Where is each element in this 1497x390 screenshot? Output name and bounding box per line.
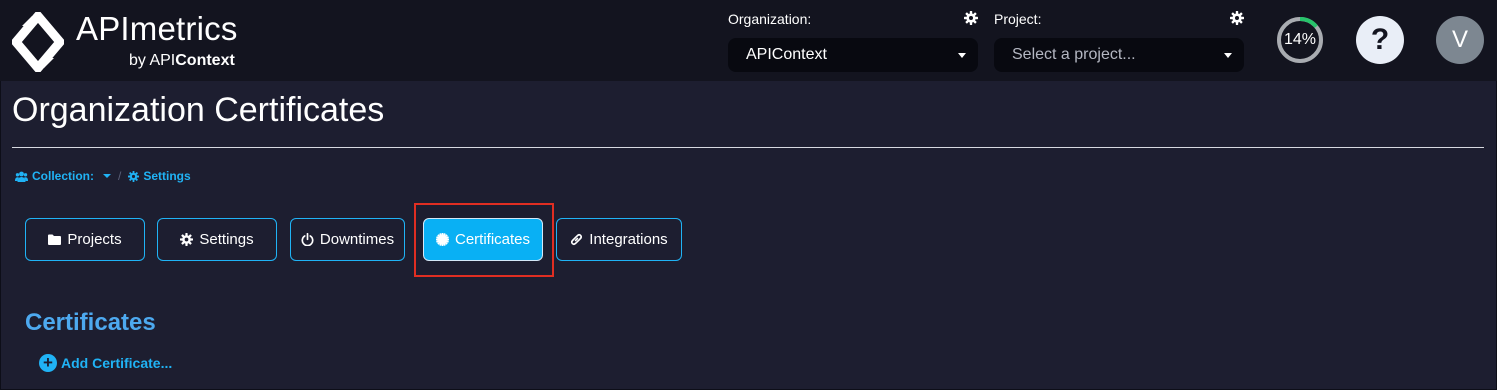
- usage-progress-ring[interactable]: 14%: [1276, 16, 1324, 64]
- help-button[interactable]: ?: [1356, 16, 1404, 64]
- breadcrumb: Collection: / Settings: [15, 169, 191, 183]
- gear-icon: [128, 170, 140, 182]
- project-select-placeholder: Select a project...: [1012, 46, 1136, 63]
- selection-highlight: [414, 203, 554, 277]
- tab-settings-label: Settings: [199, 231, 254, 248]
- add-certificate-link[interactable]: + Add Certificate...: [39, 354, 172, 372]
- top-bar: APImetrics by APIContext Organization: A…: [0, 0, 1497, 81]
- tab-integrations-label: Integrations: [589, 231, 668, 248]
- project-select[interactable]: Select a project...: [994, 38, 1244, 72]
- brand-name: APImetrics: [76, 10, 238, 47]
- tab-downtimes-label: Downtimes: [319, 231, 395, 248]
- brand: APImetrics by APIContext: [76, 10, 238, 69]
- power-icon: [301, 233, 314, 246]
- breadcrumb-settings[interactable]: Settings: [128, 169, 191, 183]
- chevron-down-icon: [958, 53, 966, 58]
- brand-byline: by APIContext: [129, 52, 235, 70]
- page-title: Organization Certificates: [12, 91, 385, 129]
- link-icon: [571, 233, 583, 246]
- section-title: Certificates: [25, 309, 156, 336]
- gear-icon: [180, 233, 194, 246]
- breadcrumb-settings-label: Settings: [143, 169, 191, 183]
- project-label: Project:: [994, 11, 1042, 27]
- users-icon: [15, 171, 28, 182]
- add-certificate-label: Add Certificate...: [61, 355, 173, 371]
- chevron-down-icon: [1224, 53, 1232, 58]
- apimetrics-logo[interactable]: [12, 12, 64, 72]
- organization-label: Organization:: [728, 11, 812, 27]
- folder-icon: [48, 234, 62, 245]
- breadcrumb-collection-label: Collection:: [32, 169, 94, 183]
- organization-gear-icon[interactable]: [964, 11, 978, 25]
- tab-projects-label: Projects: [67, 231, 122, 248]
- breadcrumb-separator: /: [118, 169, 122, 183]
- brand-by-bold: Context: [175, 52, 235, 69]
- breadcrumb-collection[interactable]: Collection:: [15, 169, 111, 183]
- user-avatar[interactable]: V: [1436, 16, 1484, 64]
- organization-select-value: APIContext: [746, 46, 827, 63]
- tab-integrations[interactable]: Integrations: [556, 218, 682, 261]
- tab-settings[interactable]: Settings: [157, 218, 277, 261]
- tab-projects[interactable]: Projects: [25, 218, 145, 261]
- organization-select[interactable]: APIContext: [728, 38, 978, 72]
- brand-by-text: by API: [129, 52, 176, 69]
- tab-downtimes[interactable]: Downtimes: [290, 218, 405, 261]
- project-gear-icon[interactable]: [1230, 11, 1244, 25]
- title-divider: [12, 147, 1484, 148]
- progress-text: 14%: [1283, 31, 1317, 48]
- caret-down-icon: [103, 174, 111, 178]
- plus-circle-icon: +: [39, 354, 57, 372]
